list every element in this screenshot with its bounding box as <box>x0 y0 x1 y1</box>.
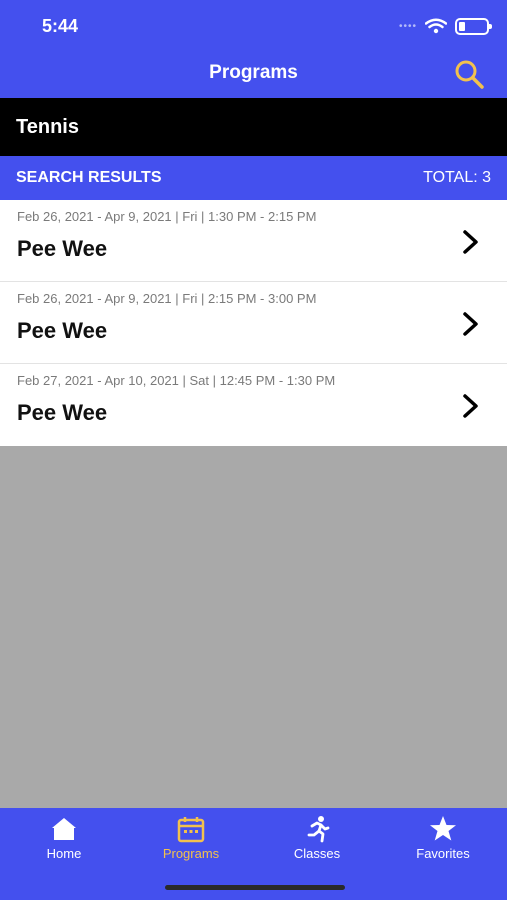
chevron-right-icon <box>463 394 478 418</box>
runner-icon <box>307 816 330 843</box>
results-total: TOTAL: 3 <box>423 169 491 186</box>
tab-label: Classes <box>293 846 341 861</box>
tab-classes[interactable]: Classes <box>254 814 380 868</box>
list-item[interactable]: Feb 26, 2021 - Apr 9, 2021 | Fri | 1:30 … <box>0 200 507 282</box>
home-indicator <box>165 885 345 890</box>
calendar-icon <box>177 817 205 843</box>
status-time: 5:44 <box>42 16 79 36</box>
list-item-title: Pee Wee <box>17 318 108 343</box>
star-icon <box>430 816 456 841</box>
status-indicators: •••• <box>398 16 492 36</box>
search-icon[interactable] <box>453 58 487 92</box>
status-bar: 5:44 •••• <box>0 0 507 50</box>
tab-label: Home <box>46 846 82 861</box>
results-list: Feb 26, 2021 - Apr 9, 2021 | Fri | 1:30 … <box>0 200 507 446</box>
tab-favorites[interactable]: Favorites <box>380 814 506 868</box>
tab-label: Favorites <box>416 846 470 861</box>
list-item-title: Pee Wee <box>17 400 108 425</box>
tab-programs[interactable]: Programs <box>128 814 254 868</box>
list-item-meta: Feb 27, 2021 - Apr 10, 2021 | Sat | 12:4… <box>17 373 336 388</box>
nav-bar: Programs <box>0 50 507 98</box>
tab-label: Programs <box>162 846 220 861</box>
list-item-meta: Feb 26, 2021 - Apr 9, 2021 | Fri | 1:30 … <box>17 209 317 224</box>
home-icon <box>52 818 76 840</box>
tab-home[interactable]: Home <box>1 814 127 868</box>
category-header: Tennis <box>0 98 507 156</box>
category-title: Tennis <box>16 116 79 138</box>
list-item[interactable]: Feb 27, 2021 - Apr 10, 2021 | Sat | 12:4… <box>0 364 507 446</box>
results-label: SEARCH RESULTS <box>16 169 162 186</box>
results-header: SEARCH RESULTS TOTAL: 3 <box>0 156 507 200</box>
chevron-right-icon <box>463 312 478 336</box>
list-item-meta: Feb 26, 2021 - Apr 9, 2021 | Fri | 2:15 … <box>17 291 317 306</box>
wifi-icon <box>425 18 447 34</box>
battery-icon <box>455 17 492 35</box>
signal-icon: •••• <box>398 20 417 32</box>
list-item-title: Pee Wee <box>17 236 108 261</box>
chevron-right-icon <box>463 230 478 254</box>
page-title: Programs <box>209 62 298 83</box>
list-item[interactable]: Feb 26, 2021 - Apr 9, 2021 | Fri | 2:15 … <box>0 282 507 364</box>
